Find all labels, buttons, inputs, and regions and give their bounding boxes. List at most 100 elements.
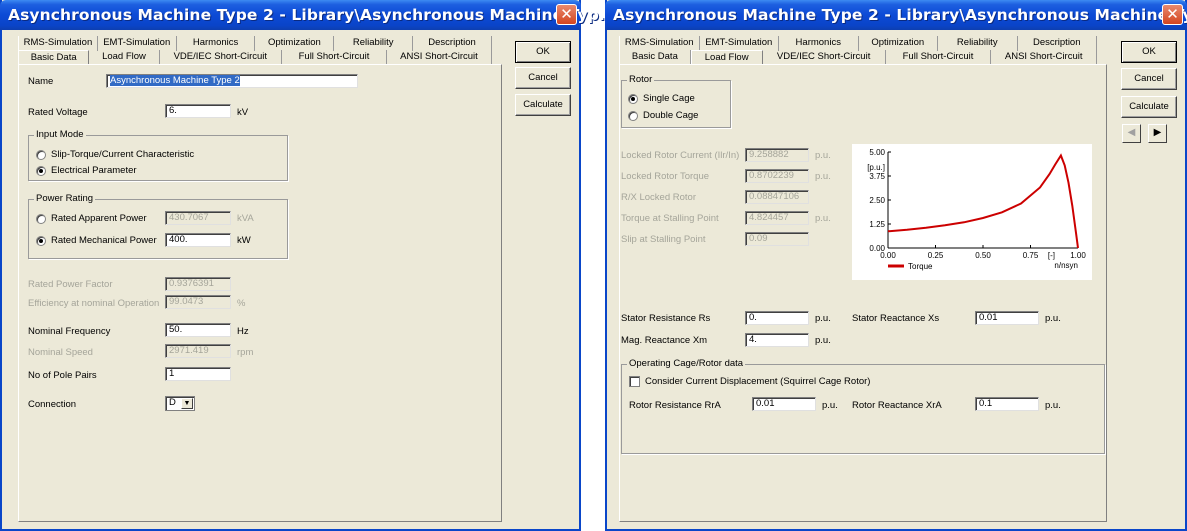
rated-voltage-label: Rated Voltage [28, 107, 88, 118]
connection-select[interactable]: D ▼ [165, 396, 195, 411]
ok-button[interactable]: OK [1121, 41, 1177, 63]
pole-pairs-label: No of Pole Pairs [28, 370, 97, 381]
close-icon[interactable]: ✕ [556, 4, 577, 25]
rated-voltage-unit: kV [237, 107, 249, 118]
tab-load-flow[interactable]: Load Flow [690, 50, 763, 65]
tab-row-top: RMS-Simulation EMT-Simulation Harmonics … [619, 36, 1097, 51]
efficiency-field: 99.0473 [165, 295, 231, 309]
torque-chart: 0.00 1.25 2.50 3.75 5.00 [p.u.] 0.00 0.25 0.50 0.… [852, 144, 1092, 280]
connection-label: Connection [28, 399, 77, 410]
torque-stalling-field: 4.824457 [745, 211, 809, 225]
operating-cage-title: Operating Cage/Rotor data [627, 358, 746, 370]
rated-apparent-power-radio[interactable] [36, 214, 46, 224]
previous-icon[interactable]: ◀ [1122, 124, 1141, 143]
calculate-button[interactable]: Calculate [515, 94, 571, 116]
tab-basic-data[interactable]: Basic Data [18, 50, 90, 65]
calculate-button[interactable]: Calculate [1121, 96, 1177, 118]
single-cage-radio[interactable] [628, 94, 638, 104]
locked-rotor-current-label: Locked Rotor Current (Ilr/In) [621, 150, 740, 161]
cancel-button[interactable]: Cancel [515, 67, 571, 89]
y-tick-label: 1.25 [869, 220, 885, 229]
rated-apparent-power-label: Rated Apparent Power [51, 213, 147, 224]
tab-vde-iec-short-circuit[interactable]: VDE/IEC Short-Circuit [763, 50, 886, 65]
rated-power-factor-field: 0.9376391 [165, 277, 231, 291]
stator-reactance-label: Stator Reactance Xs [852, 313, 940, 324]
mag-reactance-unit: p.u. [815, 335, 831, 346]
tab-ansi-short-circuit[interactable]: ANSI Short-Circuit [991, 50, 1098, 65]
tab-optimization[interactable]: Optimization [859, 36, 938, 51]
efficiency-unit: % [237, 298, 246, 309]
x-axis-label: n/nsyn [1054, 261, 1078, 270]
window-title: Asynchronous Machine Type 2 - Library\As… [613, 6, 1187, 24]
tab-emt-simulation[interactable]: EMT-Simulation [700, 36, 779, 51]
slip-torque-label: Slip-Torque/Current Characteristic [51, 149, 195, 160]
tab-description[interactable]: Description [413, 36, 492, 51]
name-value: Asynchronous Machine Type 2 [110, 75, 240, 86]
tab-rms-simulation[interactable]: RMS-Simulation [18, 36, 98, 51]
tab-reliability[interactable]: Reliability [938, 36, 1018, 51]
stator-resistance-label: Stator Resistance Rs [621, 313, 711, 324]
rotor-resistance-field[interactable]: 0.01 [752, 397, 816, 411]
double-cage-label: Double Cage [643, 110, 699, 121]
x-tick-label: 1.00 [1070, 251, 1086, 260]
tab-harmonics[interactable]: Harmonics [177, 36, 256, 51]
torque-stalling-label: Torque at Stalling Point [621, 213, 719, 224]
slip-stalling-label: Slip at Stalling Point [621, 234, 706, 245]
close-icon[interactable]: ✕ [1162, 4, 1183, 25]
x-tick-label: 0.75 [1023, 251, 1039, 260]
rated-apparent-power-unit: kVA [237, 213, 254, 224]
tab-rms-simulation[interactable]: RMS-Simulation [619, 36, 700, 51]
locked-rotor-torque-label: Locked Rotor Torque [621, 171, 710, 182]
tab-vde-iec-short-circuit[interactable]: VDE/IEC Short-Circuit [160, 50, 282, 65]
tab-load-flow[interactable]: Load Flow [89, 50, 160, 65]
double-cage-radio[interactable] [628, 111, 638, 121]
tab-reliability[interactable]: Reliability [334, 36, 414, 51]
slip-stalling-field: 0.09 [745, 232, 809, 246]
legend-label: Torque [908, 262, 933, 271]
rated-voltage-field[interactable]: 6. [165, 104, 231, 118]
rotor-title: Rotor [627, 74, 655, 86]
rotor-resistance-label: Rotor Resistance RrA [629, 400, 721, 411]
ok-button[interactable]: OK [515, 41, 571, 63]
mag-reactance-field[interactable]: 4. [745, 333, 809, 347]
tab-panel [18, 64, 502, 522]
next-icon[interactable]: ▶ [1148, 124, 1167, 143]
tab-full-short-circuit[interactable]: Full Short-Circuit [886, 50, 992, 65]
rated-power-factor-label: Rated Power Factor [28, 279, 113, 290]
title-bar[interactable]: Asynchronous Machine Type 2 - Library\As… [0, 0, 617, 30]
tab-harmonics[interactable]: Harmonics [779, 36, 859, 51]
rotor-reactance-field[interactable]: 0.1 [975, 397, 1039, 411]
power-rating-title: Power Rating [34, 193, 96, 205]
stator-reactance-field[interactable]: 0.01 [975, 311, 1039, 325]
tab-emt-simulation[interactable]: EMT-Simulation [98, 36, 177, 51]
tab-optimization[interactable]: Optimization [255, 36, 335, 51]
tab-description[interactable]: Description [1018, 36, 1097, 51]
x-tick-label: 0.00 [880, 251, 896, 260]
rotor-reactance-label: Rotor Reactance XrA [852, 400, 942, 411]
x-unit-label: [-] [1048, 251, 1055, 260]
torque-stalling-unit: p.u. [815, 213, 831, 224]
nominal-frequency-field[interactable]: 50. [165, 323, 231, 337]
name-field[interactable]: Asynchronous Machine Type 2 [106, 74, 358, 88]
title-bar[interactable]: Asynchronous Machine Type 2 - Library\As… [605, 0, 1187, 30]
slip-torque-radio[interactable] [36, 150, 46, 160]
chevron-down-icon[interactable]: ▼ [181, 398, 193, 409]
electrical-parameter-radio[interactable] [36, 166, 46, 176]
nominal-frequency-label: Nominal Frequency [28, 326, 111, 337]
pole-pairs-field[interactable]: 1 [165, 367, 231, 381]
rated-mechanical-power-field[interactable]: 400. [165, 233, 231, 247]
stator-resistance-field[interactable]: 0. [745, 311, 809, 325]
nominal-speed-label: Nominal Speed [28, 347, 93, 358]
locked-rotor-current-field: 9.258882 [745, 148, 809, 162]
window-title: Asynchronous Machine Type 2 - Library\As… [8, 6, 617, 24]
single-cage-label: Single Cage [643, 93, 695, 104]
efficiency-label: Efficiency at nominal Operation [28, 298, 160, 309]
load-flow-dialog: Asynchronous Machine Type 2 - Library\As… [605, 0, 1187, 531]
tab-full-short-circuit[interactable]: Full Short-Circuit [282, 50, 387, 65]
tab-ansi-short-circuit[interactable]: ANSI Short-Circuit [387, 50, 492, 65]
y-axis-label: [p.u.] [867, 163, 885, 172]
tab-basic-data[interactable]: Basic Data [619, 50, 691, 65]
cancel-button[interactable]: Cancel [1121, 68, 1177, 90]
current-displacement-checkbox[interactable] [629, 376, 640, 387]
rated-mechanical-power-radio[interactable] [36, 236, 46, 246]
